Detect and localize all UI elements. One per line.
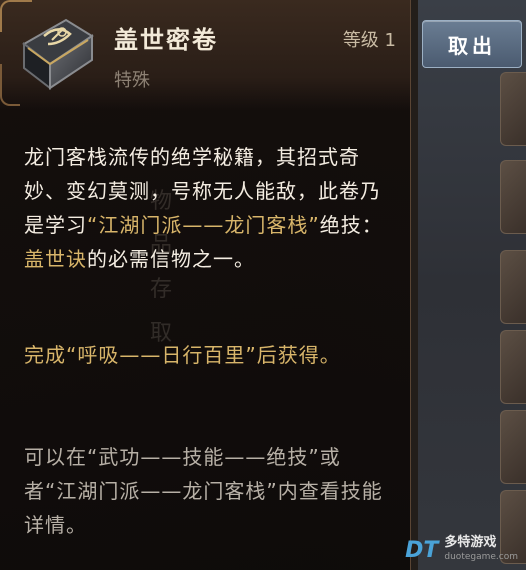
item-level: 等级 1 <box>342 30 396 51</box>
watermark-mark: DT <box>405 537 439 563</box>
watermark-cn: 多特游戏 <box>444 535 497 550</box>
description-text: 绝技： <box>319 213 383 237</box>
inventory-slot[interactable] <box>500 330 526 404</box>
take-out-button[interactable]: 取出 <box>422 20 522 68</box>
item-description: 龙门客栈流传的绝学秘籍，其招式奇妙、变幻莫测，号称无人能敌，此卷乃是学习“江湖门… <box>24 140 394 276</box>
skill-name: 盖世诀 <box>24 247 87 271</box>
item-source: 完成“呼吸——日行百里”后获得。 <box>24 343 341 367</box>
description-text: 的必需信物之一。 <box>87 247 255 271</box>
watermark-url: duotegame.com <box>444 552 518 562</box>
inventory-slot[interactable] <box>500 72 526 146</box>
description-highlight: “江湖门派——龙门客栈” <box>87 213 320 237</box>
inventory-slot[interactable] <box>500 250 526 324</box>
scroll-book-icon <box>22 18 94 91</box>
watermark-logo: DT 多特游戏 duotegame.com <box>405 536 518 564</box>
item-hint: 可以在“武功——技能——绝技”或者“江湖门派——龙门客栈”内查看技能详情。 <box>24 445 383 537</box>
watermark-text: 多特游戏 duotegame.com <box>444 536 518 564</box>
item-name: 盖世密卷 <box>114 26 218 54</box>
item-type: 特殊 <box>114 70 150 91</box>
inventory-slot[interactable] <box>500 160 526 234</box>
inventory-slot[interactable] <box>500 410 526 484</box>
item-tooltip: 物 品 存 取 盖世密卷 等级 1 特殊 龙门客栈流传的绝学秘籍，其招式奇妙、变… <box>0 0 411 570</box>
